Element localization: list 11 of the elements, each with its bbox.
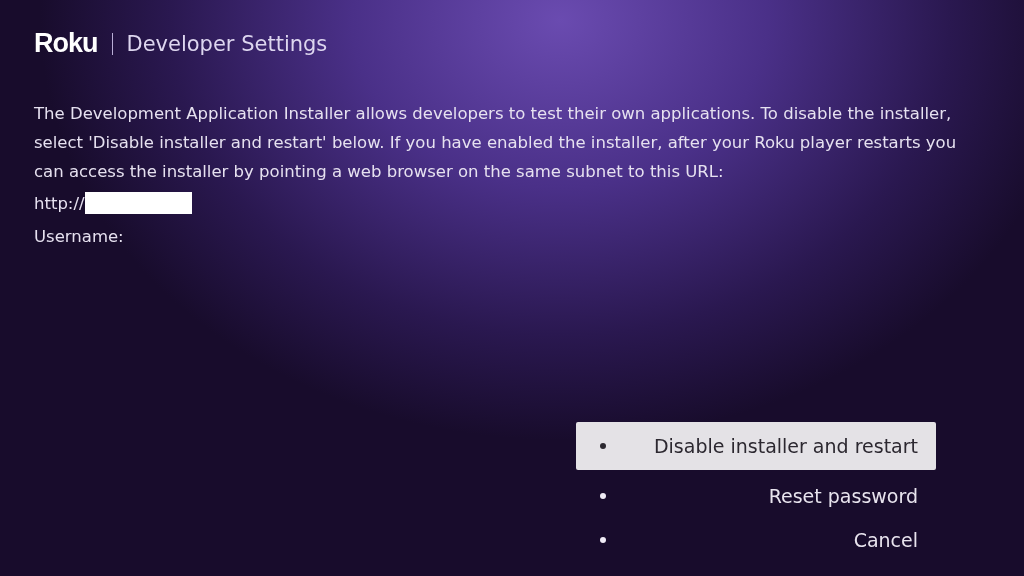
page-title: Developer Settings: [126, 31, 328, 56]
logo: Roku: [34, 28, 98, 59]
menu-item[interactable]: Reset password: [576, 474, 936, 518]
menu-item[interactable]: Cancel: [576, 518, 936, 562]
bullet-icon: [600, 443, 606, 449]
username-label: Username:: [34, 227, 125, 246]
menu-item[interactable]: Disable installer and restart: [576, 422, 936, 470]
url-label: http://: [34, 193, 85, 213]
bullet-icon: [600, 537, 606, 543]
bullet-icon: [600, 493, 606, 499]
description-text: The Development Application Installer allows developers to test their own applications. To disable the installer, select 'Disable installer and restart' below. If you have enabled the installer, after your Roku player restarts you can access the installer by pointing a web browser on the same subnet to this URL:: [34, 103, 958, 183]
